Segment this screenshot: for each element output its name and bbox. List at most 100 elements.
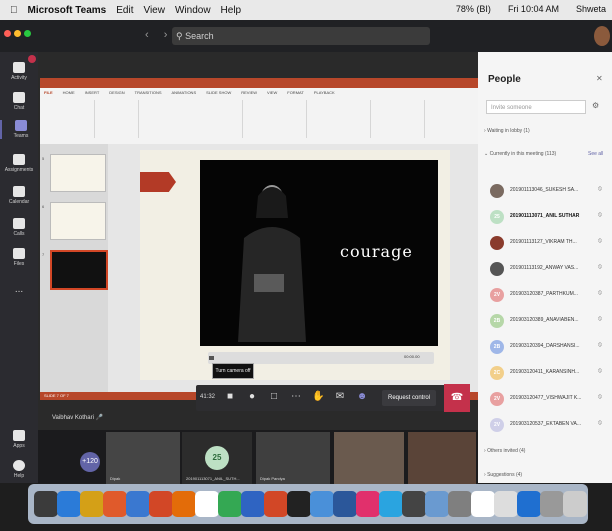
- close-icon[interactable]: ✕: [596, 74, 603, 83]
- mic-button[interactable]: ●: [246, 391, 258, 403]
- request-control-button[interactable]: Request control: [382, 390, 436, 406]
- dock-app-icon[interactable]: [34, 491, 58, 517]
- menu-window[interactable]: Window: [175, 5, 211, 16]
- dock-app-icon[interactable]: [241, 491, 265, 517]
- dock-app-icon[interactable]: [172, 491, 196, 517]
- participant-row[interactable]: 201901113127_VIKRAM TH... ⦸: [484, 232, 608, 258]
- menu-help[interactable]: Help: [221, 5, 242, 16]
- dock-app-icon[interactable]: [471, 491, 495, 517]
- rail-item-calendar[interactable]: Calendar: [0, 186, 38, 205]
- dock-app-icon[interactable]: [448, 491, 472, 517]
- rail-item-calls[interactable]: Calls: [0, 218, 38, 237]
- dock-app-icon[interactable]: [195, 491, 219, 517]
- clock[interactable]: Fri 10:04 AM: [508, 4, 559, 14]
- zoom-window-button[interactable]: [24, 30, 31, 37]
- hang-up-button[interactable]: ☎: [444, 384, 470, 412]
- participant-row[interactable]: 2B 201903120389_ANAVIABEN... ⦸: [484, 310, 608, 336]
- close-window-button[interactable]: [4, 30, 11, 37]
- more-apps-icon[interactable]: ...: [0, 284, 38, 295]
- dock-app-icon[interactable]: [563, 491, 587, 517]
- rail-item-apps[interactable]: Apps: [0, 430, 38, 449]
- rail-item-chat[interactable]: Chat: [0, 92, 38, 111]
- dock-app-icon[interactable]: [126, 491, 150, 517]
- participant-row[interactable]: 2C 201903120411_KARANSINH... ⦸: [484, 362, 608, 388]
- apple-icon[interactable]: : [10, 5, 18, 16]
- dock-app-icon[interactable]: [425, 491, 449, 517]
- rail-item-teams[interactable]: Teams: [0, 120, 40, 139]
- camera-button[interactable]: ■: [224, 391, 236, 403]
- avatar: 2V: [490, 288, 504, 302]
- rail-label: Activity: [11, 75, 27, 81]
- menu-view[interactable]: View: [143, 5, 165, 16]
- participant-row[interactable]: 201901113192_ANWAY VAS... ⦸: [484, 258, 608, 284]
- slide-thumbnail: [50, 154, 106, 192]
- dock-app-icon[interactable]: [218, 491, 242, 517]
- participant-row[interactable]: 201901113046_SUKESH SA... ⦸: [484, 180, 608, 206]
- others-invited-section[interactable]: › Others invited (4): [484, 448, 525, 454]
- more-participants-count[interactable]: +120: [80, 452, 100, 472]
- dock-app-icon[interactable]: [402, 491, 426, 517]
- ribbon-group: [374, 100, 425, 138]
- dock-app-icon[interactable]: [333, 491, 357, 517]
- share-invite-icon[interactable]: ⚙: [592, 101, 599, 110]
- participant-row[interactable]: 2B 201903120394_DARSHANSI... ⦸: [484, 336, 608, 362]
- dock-app-icon[interactable]: [494, 491, 518, 517]
- avatar: 25: [490, 210, 504, 224]
- share-button[interactable]: □: [268, 391, 280, 403]
- participant-name: 201901113071_ANIL SUTHAR: [510, 213, 580, 219]
- participants-button[interactable]: ☻: [356, 391, 368, 403]
- menu-edit[interactable]: Edit: [116, 5, 133, 16]
- see-all-link[interactable]: See all: [588, 151, 603, 157]
- ribbon-tab: VIEW: [267, 90, 278, 95]
- avatar[interactable]: [594, 26, 610, 46]
- rail-item-activity[interactable]: Activity: [0, 62, 38, 81]
- rail-item-assignments[interactable]: Assignments: [0, 154, 38, 173]
- chat-button[interactable]: ✉: [334, 391, 346, 403]
- participant-row[interactable]: 2V 201903120477_VISHWAJIT K... ⦸: [484, 388, 608, 414]
- search-input[interactable]: ⚲ Search: [172, 27, 430, 45]
- dock-app-icon[interactable]: [57, 491, 81, 517]
- dock-app-icon[interactable]: [356, 491, 380, 517]
- battery-status[interactable]: 78% (BI): [456, 4, 491, 14]
- participant-tile[interactable]: [408, 432, 476, 484]
- participant-row[interactable]: 2V 201903120537_EKTABEN VA... ⦸: [484, 414, 608, 440]
- rail-item-help[interactable]: Help: [0, 460, 38, 479]
- ribbon-tab: ANIMATIONS: [171, 90, 197, 95]
- invite-input[interactable]: Invite someone: [486, 100, 586, 114]
- minimize-window-button[interactable]: [14, 30, 21, 37]
- avatar: 2B: [490, 314, 504, 328]
- participant-row[interactable]: 2V 201903120387_PARTHKUM... ⦸: [484, 284, 608, 310]
- dock-app-icon[interactable]: [379, 491, 403, 517]
- app-menu[interactable]: Microsoft Teams: [28, 5, 107, 16]
- rail-label: Assignments: [4, 167, 34, 173]
- slide-number: 6: [42, 204, 45, 209]
- dock-app-icon[interactable]: [287, 491, 311, 517]
- participant-tile[interactable]: Dipak Pandya: [256, 432, 330, 484]
- dock-app-icon[interactable]: [517, 491, 541, 517]
- rail-item-files[interactable]: Files: [0, 248, 38, 267]
- ribbon-tab: DESIGN: [109, 90, 125, 95]
- dock-app-icon[interactable]: [264, 491, 288, 517]
- raise-hand-button[interactable]: ✋: [312, 391, 324, 403]
- mic-off-icon: ⦸: [598, 264, 602, 270]
- user-name[interactable]: Shweta: [576, 4, 606, 14]
- help-icon: [13, 460, 25, 471]
- dock-app-icon[interactable]: [310, 491, 334, 517]
- participant-tile[interactable]: [334, 432, 404, 484]
- slide-arrow-shape: [140, 172, 176, 192]
- back-forward-arrows[interactable]: ‹ ›: [145, 29, 173, 41]
- meeting-section[interactable]: ⌄ Currently in this meeting (113): [484, 151, 556, 157]
- ribbon-tab: FORMAT: [287, 90, 304, 95]
- more-actions-button[interactable]: ⋯: [290, 391, 302, 403]
- tile-name: Dipak: [110, 476, 121, 481]
- participant-tile[interactable]: Dipak: [106, 432, 180, 484]
- dock-app-icon[interactable]: [103, 491, 127, 517]
- participant-row[interactable]: 25 201901113071_ANIL SUTHAR ⦸: [484, 206, 608, 232]
- rail-label: Calls: [13, 231, 25, 237]
- dock-app-icon[interactable]: [80, 491, 104, 517]
- dock-app-icon[interactable]: [540, 491, 564, 517]
- mic-off-icon: ⦸: [598, 316, 602, 322]
- dock-app-icon[interactable]: [149, 491, 173, 517]
- lobby-section[interactable]: › Waiting in lobby (1): [484, 128, 530, 134]
- suggestions-section[interactable]: › Suggestions (4): [484, 472, 522, 478]
